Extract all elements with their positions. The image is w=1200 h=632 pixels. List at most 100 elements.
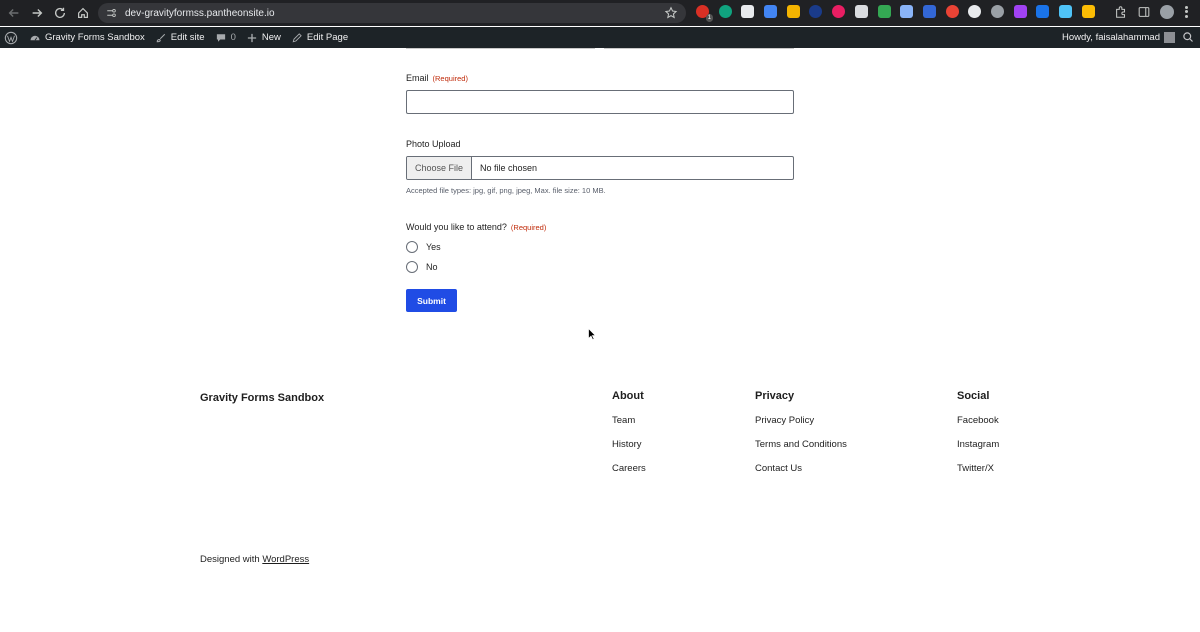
reload-button[interactable] — [49, 2, 71, 24]
howdy-label: Howdy, faisalahammad — [1061, 32, 1160, 43]
footer-link-twitter[interactable]: Twitter/X — [957, 463, 994, 474]
extension-badge: 1 — [705, 14, 713, 22]
footer-link-careers[interactable]: Careers — [612, 463, 646, 474]
user-avatar — [1164, 32, 1175, 43]
email-label-text: Email — [406, 73, 429, 83]
extension-icon[interactable] — [718, 5, 732, 18]
browser-toolbar: dev-gravityformss.pantheonsite.io 1 — [0, 0, 1200, 26]
email-label: Email (Required) — [406, 73, 468, 83]
extension-icon[interactable] — [1036, 5, 1050, 18]
footer-column-privacy: Privacy Privacy Policy Terms and Conditi… — [755, 390, 847, 474]
extension-icon[interactable] — [900, 5, 914, 18]
new-label: New — [261, 32, 281, 43]
footer-link-facebook[interactable]: Facebook — [957, 415, 999, 426]
admin-bar-site-name[interactable]: Gravity Forms Sandbox — [29, 32, 145, 44]
attend-label-text: Would you like to attend? — [406, 222, 507, 232]
file-status-text: No file chosen — [480, 163, 538, 173]
comments-count: 0 — [230, 32, 236, 43]
photo-upload-label: Photo Upload — [406, 139, 461, 149]
brush-icon — [156, 33, 165, 42]
extension-icon[interactable] — [990, 5, 1004, 18]
pencil-icon — [292, 32, 302, 42]
plus-icon — [247, 33, 257, 42]
dashboard-gauge-icon — [30, 35, 40, 41]
comment-bubble-icon — [216, 33, 225, 42]
choose-file-button[interactable]: Choose File — [407, 157, 472, 179]
radio-option-no[interactable]: No — [406, 261, 438, 273]
extension-icon[interactable]: 1 — [696, 5, 713, 22]
footer-link-history[interactable]: History — [612, 439, 642, 450]
footer-link-terms[interactable]: Terms and Conditions — [755, 439, 847, 450]
extension-icon[interactable] — [741, 5, 755, 18]
footer-column-social: Social Facebook Instagram Twitter/X — [957, 390, 999, 474]
footer-link-privacy-policy[interactable]: Privacy Policy — [755, 415, 814, 426]
extension-icon[interactable] — [1059, 5, 1072, 18]
extension-icon[interactable] — [1081, 5, 1095, 18]
clipped-field-border — [604, 48, 794, 49]
admin-bar-edit-page[interactable]: Edit Page — [291, 32, 348, 44]
puzzle-extensions-icon[interactable] — [1114, 5, 1128, 19]
file-upload-description: Accepted file types: jpg, gif, png, jpeg… — [406, 186, 606, 195]
profile-avatar[interactable] — [1160, 5, 1174, 19]
footer-site-title[interactable]: Gravity Forms Sandbox — [200, 392, 324, 404]
extension-icon[interactable] — [922, 5, 936, 18]
forward-button[interactable] — [26, 2, 48, 24]
extensions-row: 1 — [696, 5, 1104, 22]
footer-heading-social: Social — [957, 390, 990, 402]
arrow-right-icon — [32, 9, 43, 17]
attend-label: Would you like to attend? (Required) — [406, 222, 546, 232]
home-icon — [78, 7, 88, 18]
radio-label-yes: Yes — [426, 242, 441, 252]
extension-icon[interactable] — [854, 5, 868, 18]
photo-upload-field[interactable]: Choose File No file chosen — [406, 156, 794, 180]
footer-link-team[interactable]: Team — [612, 415, 635, 426]
radio-button-yes[interactable] — [406, 241, 418, 253]
extension-icon[interactable] — [945, 5, 959, 18]
browser-actions — [1105, 5, 1188, 19]
search-icon[interactable] — [1182, 31, 1194, 43]
side-panel-icon[interactable] — [1137, 5, 1151, 19]
wp-admin-bar: Gravity Forms Sandbox Edit site 0 New Ed… — [0, 27, 1200, 48]
reload-icon — [54, 7, 66, 18]
credit-prefix: Designed with — [200, 554, 260, 565]
edit-page-label: Edit Page — [306, 32, 349, 43]
mouse-cursor-icon — [588, 328, 596, 340]
footer-heading-privacy: Privacy — [755, 390, 795, 402]
radio-label-no: No — [426, 262, 438, 272]
admin-bar-new[interactable]: New — [246, 32, 281, 44]
site-settings-icon[interactable] — [104, 6, 118, 20]
extension-icon[interactable] — [877, 5, 891, 18]
extension-icon[interactable] — [786, 5, 800, 18]
back-button[interactable] — [3, 2, 25, 24]
footer-column-about: About Team History Careers — [612, 390, 646, 474]
radio-button-no[interactable] — [406, 261, 418, 273]
edit-site-label: Edit site — [170, 32, 205, 43]
admin-bar-my-account[interactable]: Howdy, faisalahammad — [1062, 27, 1175, 48]
arrow-left-icon — [8, 9, 19, 17]
bookmark-star-icon[interactable] — [664, 6, 678, 20]
url-text: dev-gravityformss.pantheonsite.io — [125, 7, 275, 19]
email-input[interactable] — [406, 90, 794, 114]
footer-credit: Designed with WordPress — [200, 554, 309, 565]
submit-button[interactable]: Submit — [406, 289, 457, 312]
clipped-field-border — [406, 48, 595, 49]
footer-heading-about: About — [612, 390, 644, 402]
extension-icon[interactable] — [1013, 5, 1027, 18]
radio-option-yes[interactable]: Yes — [406, 241, 441, 253]
footer-link-contact[interactable]: Contact Us — [755, 463, 802, 474]
home-button[interactable] — [72, 2, 94, 24]
wordpress-logo-icon[interactable] — [4, 31, 18, 45]
admin-bar-edit-site[interactable]: Edit site — [155, 32, 205, 44]
email-required-indicator: (Required) — [432, 74, 468, 83]
browser-menu-icon[interactable] — [1184, 5, 1188, 19]
site-name-label: Gravity Forms Sandbox — [45, 32, 145, 43]
address-bar[interactable]: dev-gravityformss.pantheonsite.io — [98, 3, 686, 23]
wordpress-link[interactable]: WordPress — [262, 554, 309, 565]
extension-icon[interactable] — [764, 5, 778, 18]
footer-link-instagram[interactable]: Instagram — [957, 439, 999, 450]
admin-bar-comments[interactable]: 0 — [215, 32, 236, 44]
extension-icon[interactable] — [968, 5, 982, 18]
attend-required-indicator: (Required) — [510, 223, 547, 232]
extension-icon[interactable] — [809, 5, 823, 18]
extension-icon[interactable] — [832, 5, 846, 18]
